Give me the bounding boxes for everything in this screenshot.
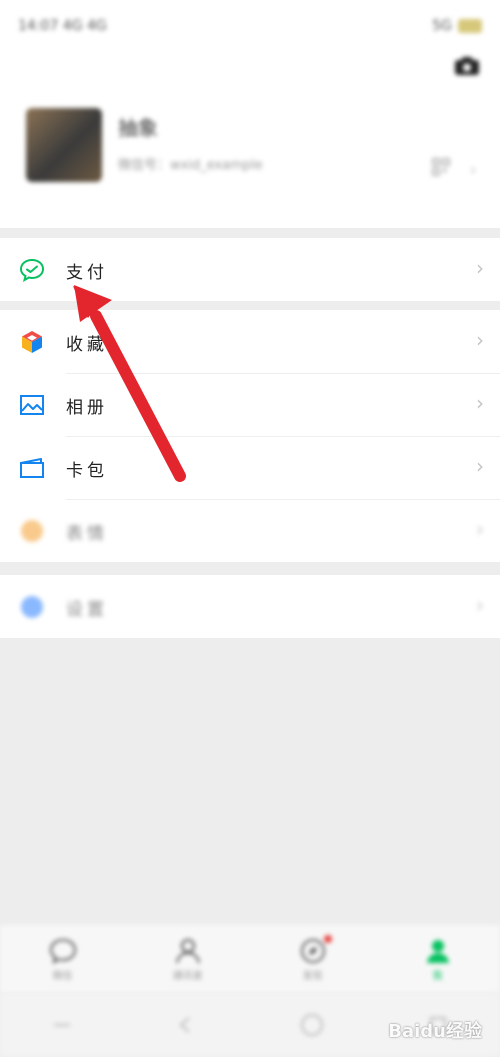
image-icon bbox=[18, 392, 46, 418]
tab-me-label: 我 bbox=[432, 970, 443, 982]
compass-icon bbox=[300, 938, 325, 963]
tab-discover-label: 发现 bbox=[302, 970, 323, 982]
menu-item-stickers[interactable]: 表情 › bbox=[0, 499, 500, 562]
menu-item-settings[interactable]: 设置 › bbox=[0, 575, 500, 638]
cube-icon bbox=[18, 329, 46, 355]
status-bar: 14:07 4G 4G 5G bbox=[18, 14, 482, 38]
qr-code-icon[interactable] bbox=[432, 158, 450, 176]
menu-lines-icon[interactable] bbox=[51, 1014, 73, 1036]
settings-section: 设置 › bbox=[0, 575, 500, 638]
me-icon bbox=[426, 939, 449, 963]
tab-me[interactable]: 我 bbox=[375, 925, 500, 993]
status-left-text: 14:07 4G 4G bbox=[18, 18, 107, 34]
chat-icon bbox=[49, 938, 76, 964]
chevron-right-icon: › bbox=[476, 256, 484, 280]
profile-header: 14:07 4G 4G 5G 抽象 微信号：wxid_example › bbox=[0, 0, 500, 228]
bottom-tab-bar: 微信 通讯录 发现 我 bbox=[0, 925, 500, 993]
chevron-right-icon: › bbox=[476, 328, 484, 352]
menu-item-settings-label: 设置 bbox=[66, 600, 108, 620]
chevron-right-icon: › bbox=[476, 517, 484, 541]
wallet-icon bbox=[18, 455, 46, 481]
menu-item-album[interactable]: 相册 › bbox=[0, 373, 500, 436]
menu-item-favorites[interactable]: 收藏 › bbox=[0, 310, 500, 373]
profile-name[interactable]: 抽象 bbox=[118, 112, 158, 141]
tab-discover[interactable]: 发现 bbox=[250, 925, 375, 993]
pay-section: 支付 › bbox=[0, 238, 500, 301]
services-section: 收藏 › 相册 › 卡包 › 表情 › bbox=[0, 310, 500, 562]
tab-contacts[interactable]: 通讯录 bbox=[125, 925, 250, 993]
camera-icon[interactable] bbox=[454, 56, 480, 76]
gear-icon bbox=[18, 594, 46, 620]
chevron-right-icon: › bbox=[476, 391, 484, 415]
avatar[interactable] bbox=[26, 108, 102, 182]
notification-dot bbox=[324, 935, 332, 943]
tab-chats[interactable]: 微信 bbox=[0, 925, 125, 993]
back-icon[interactable] bbox=[175, 1014, 197, 1036]
baidu-watermark: Baidu经验 bbox=[388, 1021, 482, 1042]
home-icon[interactable] bbox=[299, 1012, 325, 1038]
menu-item-favorites-label: 收藏 bbox=[66, 335, 108, 355]
chevron-right-icon: › bbox=[476, 454, 484, 478]
menu-item-stickers-label: 表情 bbox=[66, 524, 108, 544]
status-right-text: 5G bbox=[432, 18, 452, 34]
menu-item-cards[interactable]: 卡包 › bbox=[0, 436, 500, 499]
menu-item-album-label: 相册 bbox=[66, 398, 108, 418]
tab-contacts-label: 通讯录 bbox=[172, 970, 203, 982]
wechat-pay-icon bbox=[18, 257, 46, 283]
chevron-right-icon: › bbox=[476, 593, 484, 617]
profile-chevron-icon: › bbox=[470, 160, 477, 179]
menu-item-pay-label: 支付 bbox=[66, 263, 108, 283]
contacts-icon bbox=[175, 938, 200, 963]
menu-item-cards-label: 卡包 bbox=[66, 461, 108, 481]
tab-chats-label: 微信 bbox=[52, 970, 73, 982]
battery-icon bbox=[458, 19, 482, 33]
smile-icon bbox=[18, 518, 46, 544]
menu-item-pay[interactable]: 支付 › bbox=[0, 238, 500, 301]
profile-wechat-id: 微信号：wxid_example bbox=[118, 158, 263, 173]
